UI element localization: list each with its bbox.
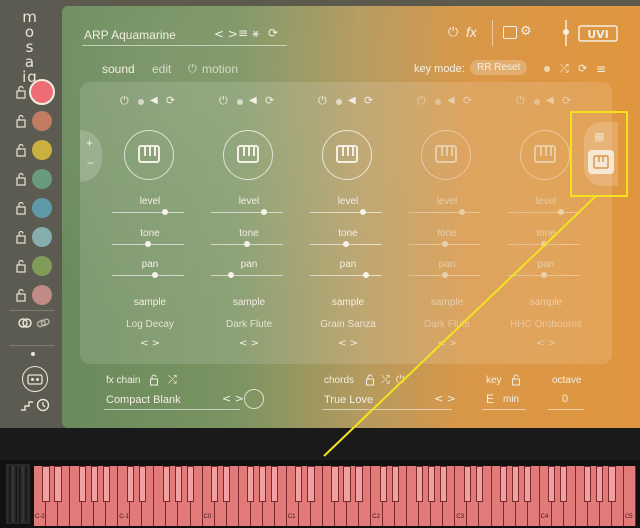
black-key[interactable] [307,466,315,502]
black-key[interactable] [102,466,110,502]
black-key[interactable] [42,466,50,502]
octave-label: C5 [624,514,633,520]
black-key[interactable] [295,466,303,502]
black-key[interactable] [162,466,171,502]
octave-label: C4 [540,514,549,520]
octave-label: C3 [456,514,465,520]
black-key[interactable] [391,466,399,502]
black-key[interactable] [90,466,98,502]
black-key[interactable] [511,466,520,502]
black-key[interactable] [174,466,183,502]
octave-label: C-1 [119,514,129,520]
black-key[interactable] [463,466,472,502]
black-key[interactable] [415,466,423,502]
black-key[interactable] [379,466,387,502]
black-key[interactable] [584,466,592,502]
black-key[interactable] [475,466,484,502]
octave-label: C0 [203,514,212,520]
piano-keyboard[interactable]: C-2 C-1 C0 C1 C2 C3 C4 C5 [34,466,636,526]
black-key[interactable] [560,466,568,502]
black-key[interactable] [524,466,532,502]
mod-wheels[interactable] [6,464,30,524]
black-key[interactable] [126,466,134,502]
black-key[interactable] [331,466,339,502]
black-key[interactable] [186,466,195,502]
octave-label: C2 [372,514,380,520]
callout-line [323,195,597,457]
black-key[interactable] [54,466,62,502]
black-key[interactable] [138,466,146,502]
black-key[interactable] [608,466,616,502]
black-key[interactable] [548,466,556,502]
black-key[interactable] [499,466,508,502]
black-key[interactable] [596,466,604,502]
black-key[interactable] [343,466,351,502]
black-key[interactable] [355,466,363,502]
black-key[interactable] [247,466,255,502]
octave-label: C-2 [35,514,45,520]
black-key[interactable] [78,466,86,502]
black-key[interactable] [427,466,435,502]
black-key[interactable] [223,466,231,502]
black-key[interactable] [259,466,267,502]
black-key[interactable] [439,466,447,502]
black-key[interactable] [210,466,219,502]
octave-label: C1 [287,514,296,520]
black-key[interactable] [271,466,279,502]
